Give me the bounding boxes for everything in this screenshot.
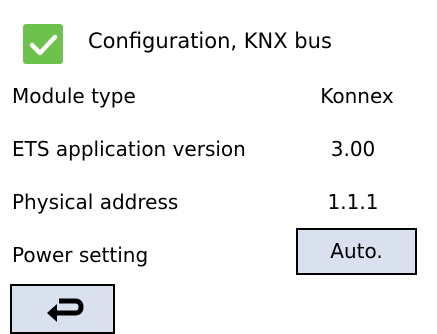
return-arrow-icon: [47, 298, 84, 322]
back-button[interactable]: [10, 284, 115, 334]
ets-version-value: 3.00: [330, 137, 376, 161]
page-title: Configuration, KNX bus: [88, 29, 332, 53]
power-setting-button[interactable]: Auto.: [296, 228, 417, 275]
ets-version-label: ETS application version: [12, 137, 246, 161]
module-type-label: Module type: [12, 84, 136, 108]
knx-config-screen: Configuration, KNX bus Module type Konne…: [0, 0, 437, 334]
row-ets-version: ETS application version 3.00: [0, 127, 437, 175]
header: Configuration, KNX bus: [0, 0, 437, 70]
module-type-value: Konnex: [320, 84, 394, 108]
green-check-icon: [23, 24, 63, 64]
row-physical-address: Physical address 1.1.1: [0, 180, 437, 228]
row-module-type: Module type Konnex: [0, 74, 437, 122]
power-setting-label: Power setting: [12, 243, 149, 267]
physical-address-value: 1.1.1: [327, 190, 379, 214]
physical-address-label: Physical address: [12, 190, 179, 214]
